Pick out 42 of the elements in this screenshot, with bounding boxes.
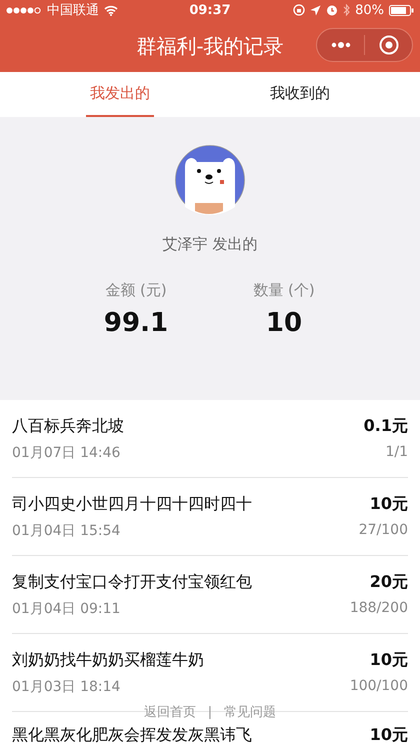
stat-value: 99.1 — [104, 308, 168, 338]
claimed-count: 27/100 — [358, 522, 408, 538]
record-amount: 20元 — [370, 572, 408, 593]
page-title: 群福利-我的记录 — [136, 32, 284, 60]
record-title: 复制支付宝口令打开支付宝领红包 — [12, 572, 252, 593]
footer-link[interactable]: 常见问题 — [224, 704, 276, 721]
record-time: 01月07日 14:46 — [12, 444, 122, 462]
battery-icon — [389, 4, 414, 16]
carrier-name: 中国联通 — [47, 2, 99, 19]
alarm-icon — [326, 4, 338, 16]
record-time: 01月03日 18:14 — [12, 678, 122, 696]
signal-icon — [6, 6, 42, 14]
wifi-icon — [104, 4, 118, 16]
record-title: 刘奶奶找牛奶奶买榴莲牛奶 — [12, 650, 204, 671]
footer-link[interactable]: 返回首页 — [144, 704, 196, 721]
stat-label: 数量 (个) — [253, 281, 315, 300]
claimed-count: 188/200 — [350, 600, 408, 616]
record-title: 司小四史小世四月十四十四时四十 — [12, 494, 252, 515]
tab[interactable]: 我收到的 — [266, 72, 334, 117]
claimed-count: 100/100 — [350, 678, 408, 694]
record-title: 八百标兵奔北坡 — [12, 416, 124, 437]
link-separator: | — [208, 704, 212, 721]
bluetooth-icon — [343, 4, 350, 16]
record-amount: 10元 — [370, 650, 408, 671]
claimed-count: 1/1 — [385, 444, 408, 460]
record-time: 01月04日 09:11 — [12, 600, 122, 618]
record-amount: 10元 — [370, 725, 408, 745]
record-title: 黑化黑灰化肥灰会挥发发灰黑讳飞 — [12, 725, 252, 745]
rotation-lock-icon — [293, 4, 306, 16]
battery-percentage: 80% — [355, 2, 384, 18]
stat-label: 金额 (元) — [105, 281, 167, 300]
more-icon — [330, 42, 350, 48]
stat-value: 10 — [266, 308, 302, 338]
record-amount: 10元 — [370, 494, 408, 515]
record-amount: 0.1元 — [364, 416, 408, 437]
record-time: 01月04日 15:54 — [12, 522, 122, 540]
sender-name: 艾泽宇 — [162, 235, 208, 253]
bear-avatar — [175, 145, 245, 215]
location-arrow-icon — [310, 4, 322, 16]
clock-time: 09:37 — [189, 2, 231, 18]
sent-label: 发出的 — [212, 235, 258, 253]
target-icon — [378, 35, 398, 55]
